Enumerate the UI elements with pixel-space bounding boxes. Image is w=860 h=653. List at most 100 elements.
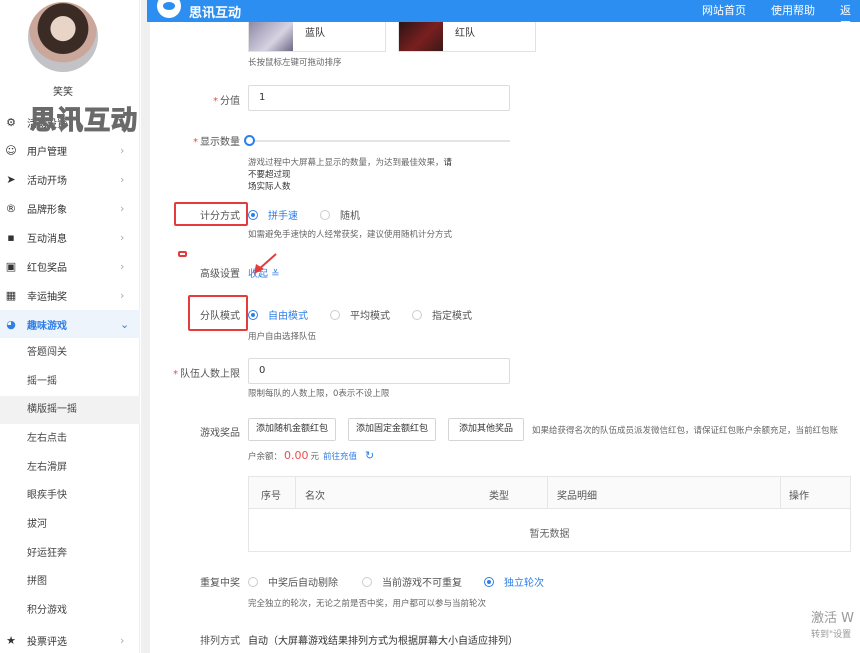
team-limit-input[interactable]: 0 [248,358,510,384]
menu-item-activity-opening[interactable]: ➤ 活动开场 › [0,166,140,192]
radio-icon [320,209,330,220]
submenu-item[interactable]: 摇一摇 [0,368,140,396]
user-icon: ☺ [5,143,17,157]
team-mode-option-average[interactable]: 平均模式 [330,307,390,322]
menu-label: 幸运抽奖 [27,291,67,303]
column-divider [295,477,296,509]
scoring-option-random[interactable]: 随机 [320,207,360,222]
score-label: * 分值 [213,96,240,107]
game-icon: ◕ [6,317,16,331]
team-mode-option-free[interactable]: 自由模式 [248,307,308,322]
display-count-hint: 游戏过程中大屏幕上显示的数量，为达到最佳效果，请不要超过现 场实际人数 [248,158,453,192]
radio-icon [248,576,258,587]
team-image [399,22,443,51]
prizes-hint: 如果给获得名次的队伍成员派发微信红包，请保证红包账户余额充足，当前红包账 [532,426,839,436]
team-card-red[interactable]: 红队 [398,22,536,52]
add-fixed-redpacket-button[interactable]: 添加固定金额红包 [348,418,436,441]
submenu-item-selected[interactable]: 横版摇一摇 [0,396,140,424]
chevron-right-icon: › [120,143,125,157]
balance-prefix: 户余额： [248,451,283,462]
score-input[interactable]: 1 [248,85,510,111]
submenu-item[interactable]: 左右点击 [0,425,140,453]
lottery-icon: ▦ [5,288,17,302]
submenu-item[interactable]: 左右滑屏 [0,454,140,482]
radio-selected-icon [484,576,494,587]
menu-item-user-management[interactable]: ☺ 用户管理 › [0,137,140,163]
menu-label: 互动消息 [27,233,67,245]
menu-item-brand[interactable]: ® 品牌形象 › [0,195,140,221]
team-mode-option-assigned[interactable]: 指定模式 [412,307,472,322]
chevron-right-icon: › [120,259,125,273]
table-empty-text: 暂无数据 [529,529,570,540]
nav-link-home[interactable]: 网站首页 [702,2,746,18]
scoring-label: 计分方式 [200,211,240,222]
logo-icon [157,0,181,18]
repeat-option-no-repeat[interactable]: 当前游戏不可重复 [362,574,462,589]
radio-icon [330,309,340,320]
recharge-link[interactable]: 前往充值 [323,450,357,462]
send-icon: ➤ [6,172,16,186]
chevron-down-icon: ⌄ [120,317,130,331]
sidebar: 笑笑 ⚙ 活动设置 › ☺ 用户管理 › ➤ 活动开场 › ® 品牌形象 › ▪… [0,0,140,653]
repeat-option-independent[interactable]: 独立轮次 [484,574,544,589]
scoring-hint: 如需避免手速快的人经常获奖，建议使用随机计分方式 [248,230,453,240]
team-image [249,22,293,51]
repeat-hint: 完全独立的轮次，无论之前是否中奖，用户都可以参与当前轮次 [248,599,487,609]
column-header: 操作 [789,491,809,502]
balance-row: 户余额： 0.00 元 前往充值 ↻ [248,449,374,462]
column-divider [780,477,781,509]
submenu-item[interactable]: 拼图 [0,568,140,596]
repeat-option-remove[interactable]: 中奖后自动剔除 [248,574,338,589]
nav-link-help[interactable]: 使用帮助 [771,2,815,18]
column-header: 名次 [305,491,325,502]
table-header: 序号 名次 类型 奖品明细 操作 [249,477,850,509]
menu-item-messages[interactable]: ▪ 互动消息 › [0,224,140,250]
column-divider [547,477,548,509]
chevron-right-icon: › [120,172,125,186]
chevron-right-icon: › [120,230,125,244]
display-count-slider-handle[interactable] [244,135,255,146]
scoring-option-speed[interactable]: 拼手速 [248,207,298,222]
display-count-slider-track[interactable] [248,140,510,142]
menu-label: 用户管理 [27,146,67,158]
menu-label: 活动开场 [27,175,67,187]
repeat-label: 重复中奖 [200,578,240,589]
submenu-item[interactable]: 拔河 [0,511,140,539]
prizes-label: 游戏奖品 [200,428,240,439]
brand-icon: ® [5,201,17,215]
submenu-item[interactable]: 积分游戏 [0,597,140,625]
menu-item-lottery[interactable]: ▦ 幸运抽奖 › [0,282,140,308]
team-name: 红队 [455,28,475,39]
chevron-right-icon: › [120,201,125,215]
main-content: 蓝队 红队 长按鼠标左键可拖动排序 * 分值 1 * 显示数量 游戏过程中大屏幕上显… [150,22,860,653]
team-limit-label: * 队伍人数上限 [173,369,240,380]
menu-item-voting[interactable]: ★ 投票评选 › [0,627,140,653]
submenu-item[interactable]: 好运狂奔 [0,540,140,568]
menu-label: 品牌形象 [27,204,67,216]
chevron-right-icon: › [120,633,125,647]
menu-item-redpacket[interactable]: ▣ 红包奖品 › [0,253,140,279]
sidebar-scrollbar[interactable] [141,0,150,653]
menu-item-fun-games[interactable]: ◕ 趣味游戏 ⌄ [0,310,140,338]
add-other-prize-button[interactable]: 添加其他奖品 [448,418,524,441]
column-header: 类型 [489,491,509,502]
watermark-text: 思讯互动 [29,105,139,136]
team-card-blue[interactable]: 蓝队 [248,22,386,52]
add-random-redpacket-button[interactable]: 添加随机金额红包 [248,418,336,441]
radio-selected-icon [248,309,258,320]
radio-icon [412,309,422,320]
chevron-right-icon: › [120,288,125,302]
team-mode-label: 分队模式 [200,311,240,322]
submenu-item[interactable]: 眼疾手快 [0,482,140,510]
refresh-icon[interactable]: ↻ [365,449,374,462]
display-count-label: * 显示数量 [193,137,240,148]
team-limit-hint: 限制每队的人数上限，0表示不设上限 [248,389,390,399]
annotation-mark [178,251,187,257]
top-bar: 思讯互动 网站首页 使用帮助 返回 [147,0,860,33]
avatar[interactable] [28,2,98,72]
submenu-item[interactable]: 答题闯关 [0,339,140,367]
menu-label: 趣味游戏 [27,320,67,332]
user-name: 笑笑 [53,87,73,98]
menu-label: 投票评选 [27,636,67,648]
team-name: 蓝队 [305,28,325,39]
